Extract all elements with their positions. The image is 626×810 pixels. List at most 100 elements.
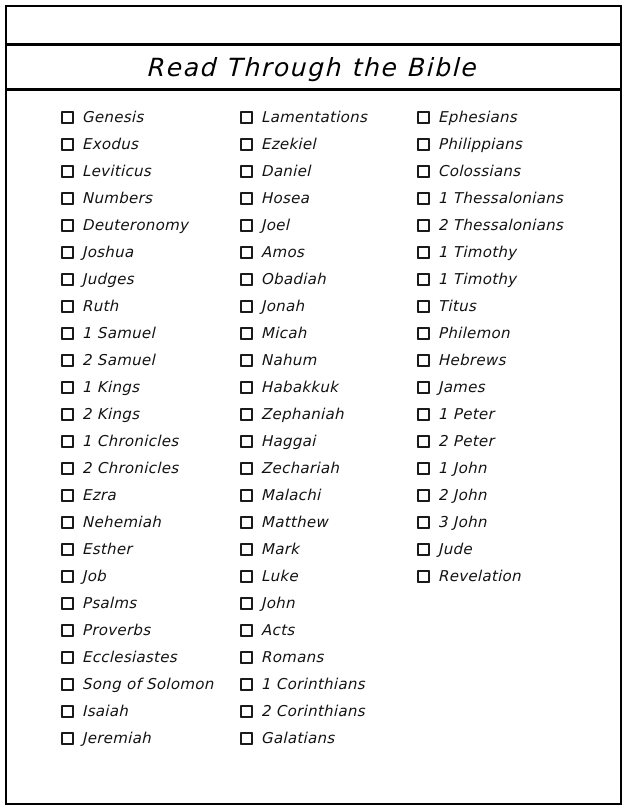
checkbox-icon[interactable]: [61, 273, 74, 286]
checkbox-icon[interactable]: [61, 408, 74, 421]
checklist-row[interactable]: Deuteronomy: [61, 212, 241, 239]
checkbox-icon[interactable]: [417, 300, 430, 313]
checklist-row[interactable]: 1 Timothy: [417, 266, 602, 293]
checkbox-icon[interactable]: [417, 489, 430, 502]
checkbox-icon[interactable]: [61, 165, 74, 178]
checklist-row[interactable]: Lamentations: [240, 104, 420, 131]
checklist-row[interactable]: 1 Timothy: [417, 239, 602, 266]
checklist-row[interactable]: Philemon: [417, 320, 602, 347]
checklist-row[interactable]: 2 John: [417, 482, 602, 509]
checkbox-icon[interactable]: [417, 111, 430, 124]
checklist-row[interactable]: Acts: [240, 617, 420, 644]
checklist-row[interactable]: Isaiah: [61, 698, 241, 725]
checkbox-icon[interactable]: [240, 327, 253, 340]
checklist-row[interactable]: Hosea: [240, 185, 420, 212]
checkbox-icon[interactable]: [240, 165, 253, 178]
checklist-row[interactable]: 1 Chronicles: [61, 428, 241, 455]
checkbox-icon[interactable]: [240, 300, 253, 313]
checkbox-icon[interactable]: [240, 570, 253, 583]
checklist-row[interactable]: Hebrews: [417, 347, 602, 374]
checklist-row[interactable]: 1 John: [417, 455, 602, 482]
checklist-row[interactable]: Genesis: [61, 104, 241, 131]
checkbox-icon[interactable]: [240, 408, 253, 421]
checkbox-icon[interactable]: [240, 273, 253, 286]
checkbox-icon[interactable]: [61, 219, 74, 232]
checkbox-icon[interactable]: [240, 678, 253, 691]
checkbox-icon[interactable]: [417, 192, 430, 205]
checklist-row[interactable]: 2 Peter: [417, 428, 602, 455]
checkbox-icon[interactable]: [61, 678, 74, 691]
checklist-row[interactable]: 2 Samuel: [61, 347, 241, 374]
checkbox-icon[interactable]: [417, 435, 430, 448]
checklist-row[interactable]: 1 Thessalonians: [417, 185, 602, 212]
checkbox-icon[interactable]: [417, 246, 430, 259]
checklist-row[interactable]: Ezekiel: [240, 131, 420, 158]
checklist-row[interactable]: Job: [61, 563, 241, 590]
checkbox-icon[interactable]: [240, 219, 253, 232]
checkbox-icon[interactable]: [240, 246, 253, 259]
checklist-row[interactable]: Ruth: [61, 293, 241, 320]
checklist-row[interactable]: Proverbs: [61, 617, 241, 644]
checkbox-icon[interactable]: [61, 732, 74, 745]
checklist-row[interactable]: 1 Kings: [61, 374, 241, 401]
checkbox-icon[interactable]: [240, 651, 253, 664]
checklist-row[interactable]: Luke: [240, 563, 420, 590]
checkbox-icon[interactable]: [61, 705, 74, 718]
checkbox-icon[interactable]: [61, 327, 74, 340]
checklist-row[interactable]: Ecclesiastes: [61, 644, 241, 671]
checklist-row[interactable]: Nehemiah: [61, 509, 241, 536]
checklist-row[interactable]: 2 Thessalonians: [417, 212, 602, 239]
checklist-row[interactable]: Zechariah: [240, 455, 420, 482]
checkbox-icon[interactable]: [61, 354, 74, 367]
checkbox-icon[interactable]: [417, 327, 430, 340]
checkbox-icon[interactable]: [61, 516, 74, 529]
checkbox-icon[interactable]: [417, 381, 430, 394]
checkbox-icon[interactable]: [417, 543, 430, 556]
checkbox-icon[interactable]: [240, 381, 253, 394]
checkbox-icon[interactable]: [417, 138, 430, 151]
checklist-row[interactable]: Galatians: [240, 725, 420, 752]
checkbox-icon[interactable]: [240, 138, 253, 151]
checklist-row[interactable]: Joel: [240, 212, 420, 239]
checkbox-icon[interactable]: [240, 516, 253, 529]
checkbox-icon[interactable]: [61, 381, 74, 394]
checklist-row[interactable]: Jonah: [240, 293, 420, 320]
checkbox-icon[interactable]: [61, 111, 74, 124]
checklist-row[interactable]: 2 Kings: [61, 401, 241, 428]
checkbox-icon[interactable]: [240, 354, 253, 367]
checkbox-icon[interactable]: [61, 138, 74, 151]
checkbox-icon[interactable]: [417, 165, 430, 178]
checkbox-icon[interactable]: [417, 570, 430, 583]
checkbox-icon[interactable]: [240, 111, 253, 124]
checklist-row[interactable]: 1 Corinthians: [240, 671, 420, 698]
checkbox-icon[interactable]: [61, 543, 74, 556]
checkbox-icon[interactable]: [61, 435, 74, 448]
checkbox-icon[interactable]: [240, 462, 253, 475]
checklist-row[interactable]: Jude: [417, 536, 602, 563]
checklist-row[interactable]: Philippians: [417, 131, 602, 158]
checkbox-icon[interactable]: [417, 354, 430, 367]
checkbox-icon[interactable]: [61, 651, 74, 664]
checkbox-icon[interactable]: [240, 624, 253, 637]
checkbox-icon[interactable]: [417, 516, 430, 529]
checklist-row[interactable]: Haggai: [240, 428, 420, 455]
checklist-row[interactable]: Nahum: [240, 347, 420, 374]
checklist-row[interactable]: Matthew: [240, 509, 420, 536]
checklist-row[interactable]: Numbers: [61, 185, 241, 212]
checklist-row[interactable]: Malachi: [240, 482, 420, 509]
checkbox-icon[interactable]: [240, 435, 253, 448]
checklist-row[interactable]: Habakkuk: [240, 374, 420, 401]
checkbox-icon[interactable]: [61, 597, 74, 610]
checklist-row[interactable]: Titus: [417, 293, 602, 320]
checklist-row[interactable]: Exodus: [61, 131, 241, 158]
checklist-row[interactable]: Jeremiah: [61, 725, 241, 752]
checkbox-icon[interactable]: [61, 489, 74, 502]
checklist-row[interactable]: 1 Peter: [417, 401, 602, 428]
checkbox-icon[interactable]: [240, 192, 253, 205]
checkbox-icon[interactable]: [417, 408, 430, 421]
checklist-row[interactable]: Zephaniah: [240, 401, 420, 428]
checkbox-icon[interactable]: [61, 570, 74, 583]
checklist-row[interactable]: 2 Corinthians: [240, 698, 420, 725]
checkbox-icon[interactable]: [240, 489, 253, 502]
checklist-row[interactable]: Mark: [240, 536, 420, 563]
